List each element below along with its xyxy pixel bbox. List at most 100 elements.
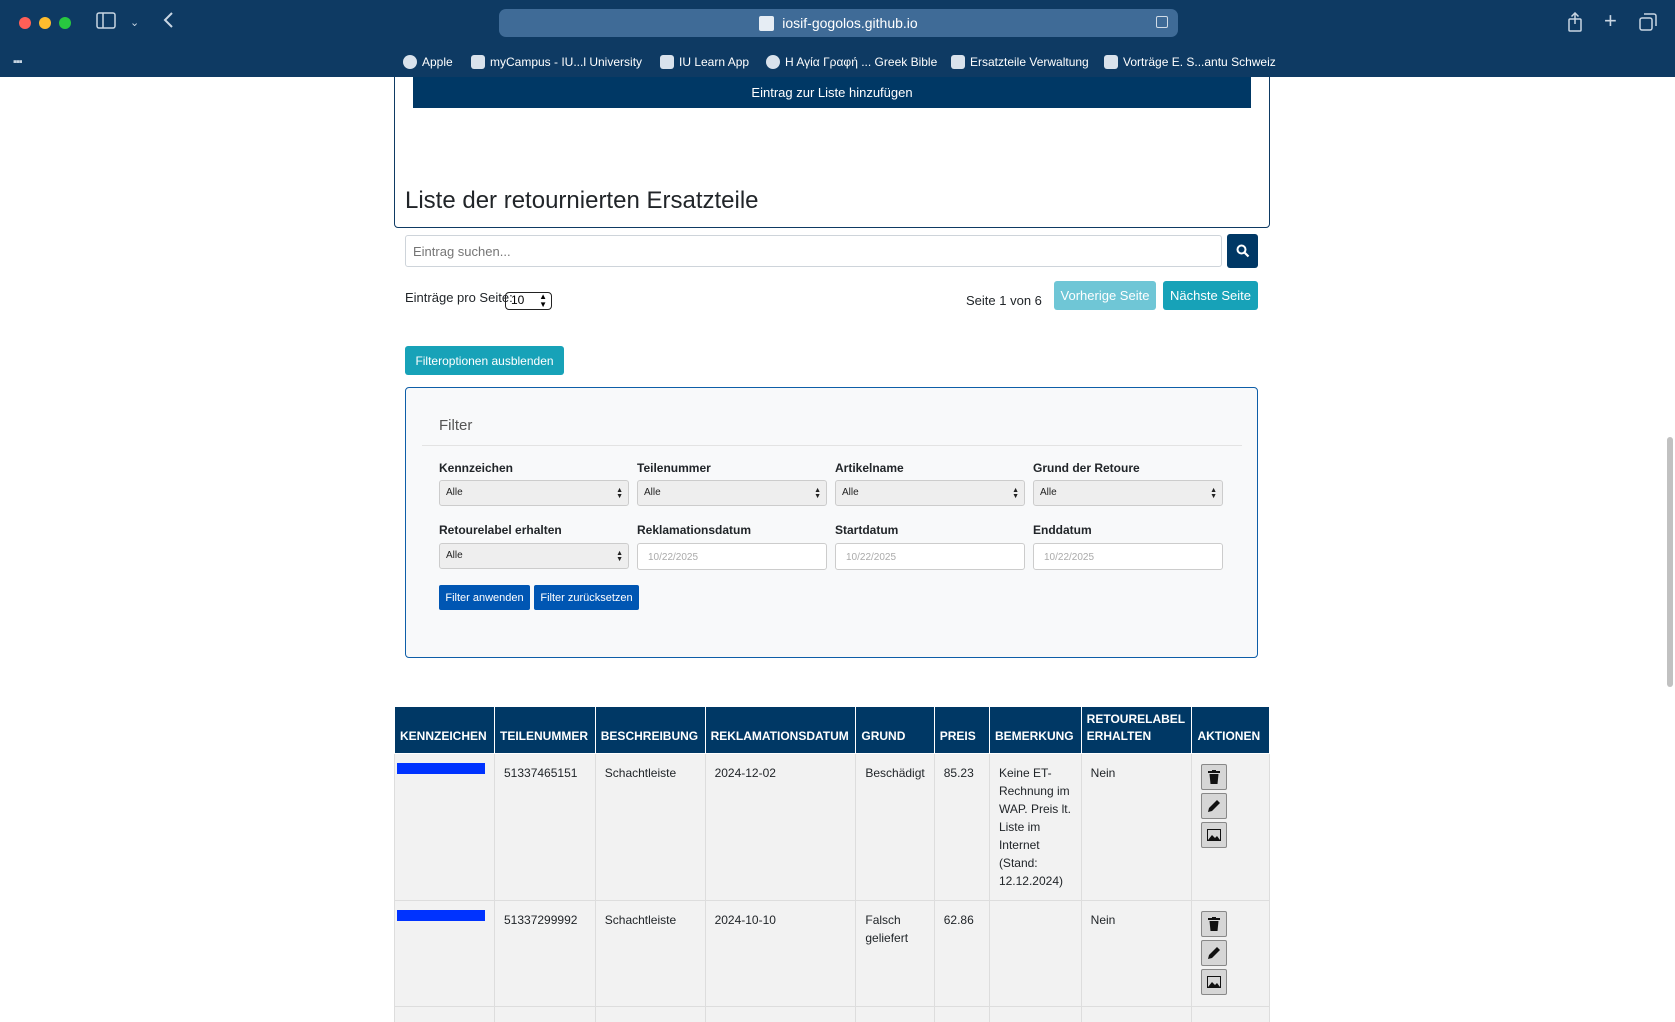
pencil-icon	[1208, 947, 1221, 959]
artikelname-label: Artikelname	[835, 461, 904, 475]
table-cell	[1191, 1006, 1270, 1022]
divider	[422, 445, 1242, 446]
tab-overview-icon[interactable]	[1639, 13, 1657, 36]
bookmark-label: Ersatzteile Verwaltung	[970, 55, 1089, 69]
reset-filter-button[interactable]: Filter zurücksetzen	[534, 585, 639, 610]
teilenummer-cell: 51337465151	[494, 753, 596, 901]
bookmark-label: Apple	[422, 55, 453, 69]
column-header[interactable]: BEMERKUNG	[988, 706, 1082, 754]
bemerkung-cell	[988, 900, 1082, 1007]
beschreibung-cell: Schachtleiste	[594, 900, 706, 1007]
grid-icon[interactable]: ▪▪▪	[13, 56, 23, 68]
table-row	[394, 1006, 1270, 1022]
bookmark-ersatzteile[interactable]: Ersatzteile Verwaltung	[951, 55, 1089, 69]
kennzeichen-label: Kennzeichen	[439, 461, 514, 475]
table-cell	[933, 1006, 990, 1022]
edit-button[interactable]	[1201, 940, 1228, 966]
column-header[interactable]: RETOURELABEL ERHALTEN	[1080, 706, 1193, 754]
table-cell	[855, 1006, 935, 1022]
filter-title: Filter	[439, 417, 473, 434]
reklamationsdatum-input[interactable]: 10/22/2025	[637, 543, 827, 570]
bookmark-favicon-icon	[471, 55, 485, 69]
close-window-button[interactable]	[19, 17, 31, 29]
apply-filter-button[interactable]: Filter anwenden	[439, 585, 530, 610]
column-header[interactable]: GRUND	[855, 706, 935, 754]
column-header[interactable]: BESCHREIBUNG	[594, 706, 706, 754]
per-page-select[interactable]: 10 ▲ ▼	[505, 292, 552, 310]
column-header[interactable]: TEILENUMMER	[494, 706, 596, 754]
pencil-icon	[1208, 800, 1221, 812]
edit-button[interactable]	[1201, 793, 1228, 819]
parts-table: KENNZEICHEN TEILENUMMER BESCHREIBUNG REK…	[394, 706, 1270, 1022]
beschreibung-cell: Schachtleiste	[594, 753, 706, 901]
zoom-window-button[interactable]	[59, 17, 71, 29]
page-info: Seite 1 von 6	[966, 293, 1042, 308]
bookmark-iu-learn[interactable]: IU Learn App	[660, 55, 749, 69]
column-header[interactable]: REKLAMATIONSDATUM	[704, 706, 857, 754]
datum-cell: 2024-12-02	[704, 753, 857, 901]
bookmark-label: IU Learn App	[679, 55, 750, 69]
share-icon[interactable]	[1567, 11, 1583, 37]
table-row: 51337465151 Schachtleiste 2024-12-02 Bes…	[394, 753, 1270, 901]
delete-button[interactable]	[1201, 911, 1228, 937]
select-value: Alle	[1040, 487, 1057, 498]
table-cell	[1080, 1006, 1193, 1022]
add-entry-button[interactable]: Eintrag zur Liste hinzufügen	[413, 77, 1251, 108]
kennzeichen-cell	[394, 753, 495, 901]
startdatum-label: Startdatum	[835, 523, 899, 537]
new-tab-icon[interactable]: +	[1604, 10, 1617, 32]
image-button[interactable]	[1201, 822, 1228, 848]
page-title: Liste der retournierten Ersatzteile	[405, 187, 759, 214]
startdatum-input[interactable]: 10/22/2025	[835, 543, 1025, 570]
select-arrows-icon: ▲ ▼	[616, 487, 623, 500]
bookmark-mycampus[interactable]: myCampus - IU...l University	[471, 55, 642, 69]
teilenummer-select[interactable]: Alle ▲ ▼	[637, 480, 827, 506]
bookmark-favicon-icon	[1104, 55, 1118, 69]
column-header[interactable]: PREIS	[933, 706, 990, 754]
minimize-window-button[interactable]	[39, 17, 51, 29]
kennzeichen-select[interactable]: Alle ▲ ▼	[439, 480, 629, 506]
bookmark-label: Η Αγία Γραφή ... Greek Bible	[785, 55, 938, 69]
actions-cell	[1191, 900, 1270, 1007]
address-bar[interactable]: iosif-gogolos.github.io	[499, 9, 1178, 37]
sidebar-toggle-icon[interactable]	[96, 12, 116, 34]
bookmark-vortraege[interactable]: Vorträge E. S...antu Schweiz	[1104, 55, 1276, 69]
retourelabel-cell: Nein	[1080, 900, 1193, 1007]
select-value: Alle	[446, 550, 463, 561]
redacted-plate	[397, 910, 485, 921]
image-icon	[1207, 976, 1222, 988]
next-page-button[interactable]: Nächste Seite	[1163, 281, 1258, 310]
chevron-down-icon[interactable]: ⌄	[130, 13, 139, 33]
table-cell	[704, 1006, 857, 1022]
per-page-label: Einträge pro Seite:	[405, 290, 513, 305]
grund-cell: Falsch geliefert	[855, 900, 935, 1007]
preis-cell: 85.23	[933, 753, 990, 901]
grund-select[interactable]: Alle ▲ ▼	[1033, 480, 1223, 506]
page-content: Eintrag zur Liste hinzufügen Liste der r…	[0, 77, 1675, 1022]
retourelabel-select[interactable]: Alle ▲ ▼	[439, 543, 629, 569]
table-cell	[394, 1006, 495, 1022]
image-button[interactable]	[1201, 969, 1228, 995]
delete-button[interactable]	[1201, 764, 1228, 790]
bookmark-apple[interactable]: Apple	[403, 55, 453, 69]
table-header-row: KENNZEICHEN TEILENUMMER BESCHREIBUNG REK…	[394, 706, 1270, 754]
image-icon	[1207, 829, 1222, 841]
artikelname-select[interactable]: Alle ▲ ▼	[835, 480, 1025, 506]
prev-page-button[interactable]: Vorherige Seite	[1054, 281, 1156, 310]
column-header[interactable]: KENNZEICHEN	[394, 706, 495, 754]
bookmark-greek-bible[interactable]: Η Αγία Γραφή ... Greek Bible	[766, 55, 937, 69]
select-arrows-icon: ▲ ▼	[539, 292, 547, 309]
enddatum-input[interactable]: 10/22/2025	[1033, 543, 1223, 570]
toggle-filter-button[interactable]: Filteroptionen ausblenden	[405, 346, 564, 375]
search-button[interactable]	[1227, 234, 1258, 268]
select-value: Alle	[644, 487, 661, 498]
apple-icon	[403, 55, 417, 69]
search-input[interactable]	[405, 235, 1222, 267]
scrollbar[interactable]	[1665, 77, 1675, 1022]
scrollbar-thumb[interactable]	[1667, 437, 1673, 687]
reader-icon[interactable]	[1156, 16, 1168, 28]
select-value: Alle	[842, 487, 859, 498]
bookmark-favicon-icon	[766, 55, 780, 69]
back-arrow-icon[interactable]	[162, 11, 174, 34]
table-row: 51337299992 Schachtleiste 2024-10-10 Fal…	[394, 900, 1270, 1007]
